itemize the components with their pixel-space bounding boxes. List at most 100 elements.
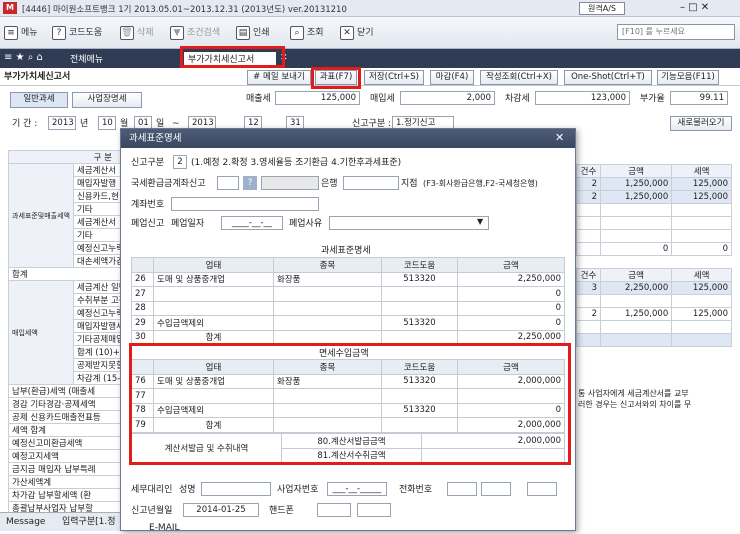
print-button[interactable]: ▤ 인쇄 xyxy=(236,24,270,42)
closure-reason-select[interactable] xyxy=(329,216,489,230)
col-code-header: 코드도움 xyxy=(381,257,458,273)
close-button[interactable]: ✕ 닫기 xyxy=(340,24,374,42)
dialog-close-icon[interactable]: ✕ xyxy=(555,132,564,144)
highlight-tab xyxy=(180,46,285,68)
purchase-tax-label: 매입세 xyxy=(370,94,395,104)
agent-phone-3[interactable] xyxy=(527,482,557,496)
oneshot-button[interactable]: One-Shot(Ctrl+T) xyxy=(564,70,652,85)
delete-label: 삭제 xyxy=(137,28,154,38)
cell: 2 xyxy=(576,190,601,204)
agent-name-input[interactable] xyxy=(201,482,271,496)
reload-button[interactable]: 새로불러오기 xyxy=(670,116,732,131)
search-input[interactable]: [F10] 를 누르세요 xyxy=(617,24,735,40)
col-tax-header: 세액 xyxy=(671,164,732,178)
agent-bizno-label: 사업자번호 xyxy=(277,485,319,495)
vat-ratio-label: 부가율 xyxy=(640,94,665,104)
window-title: [4446] 마이원소프트뱅크 1기 2013.05.01~2013.12.31… xyxy=(22,5,347,15)
row-amount: 0 xyxy=(457,286,565,302)
search-icon: ⌕ xyxy=(290,25,304,40)
email-label: E-MAIL xyxy=(149,523,180,533)
table-row[interactable]: 27 0 xyxy=(131,286,565,302)
tax-agent-label: 세무대리인 xyxy=(131,485,173,495)
query-button[interactable]: ⌕ 조회 xyxy=(290,24,324,42)
remote-as-button[interactable]: 원격A/S xyxy=(579,2,625,15)
closure-date-label: 폐업일자 xyxy=(171,219,205,229)
send-mail-button[interactable]: # 메일 보내기 xyxy=(247,70,311,85)
deadline-button[interactable]: 마감(F4) xyxy=(430,70,474,85)
row-type: 도매 및 상품중개업 xyxy=(153,271,274,287)
cell: 3 xyxy=(576,281,601,295)
closure-report-label: 폐업신고 xyxy=(131,219,165,229)
col-amount-header: 금액 xyxy=(457,257,565,273)
filter-icon: ▼ xyxy=(170,25,184,40)
cell: 0 xyxy=(671,242,732,256)
tab-general-tax[interactable]: 일반과세 xyxy=(10,92,68,108)
account-number-input[interactable] xyxy=(171,197,319,211)
agent-phone-2[interactable] xyxy=(481,482,511,496)
tab-business-detail[interactable]: 사업장명세 xyxy=(72,92,142,108)
help-icon: ? xyxy=(52,25,66,40)
functions-button[interactable]: 기능모음(F11) xyxy=(657,70,719,85)
row-code: 513320 xyxy=(381,271,458,287)
window-controls[interactable]: – □ ✕ xyxy=(680,3,709,13)
help-icon[interactable]: ? xyxy=(243,176,257,190)
tab-row: ≡ ★ ⌕ ⌂ 전체메뉴 부가가치세신고서 ✕ xyxy=(0,49,740,68)
print-label: 인쇄 xyxy=(253,28,270,38)
left-side-label: 매입세액 xyxy=(8,280,74,385)
code-help-button[interactable]: ? 코드도움 xyxy=(52,24,102,42)
highlight-vat-button xyxy=(311,67,361,89)
row-type xyxy=(153,300,274,316)
agent-bizno-input[interactable]: ___-__-_____ xyxy=(327,482,387,496)
start-year-input[interactable]: 2013 xyxy=(48,116,76,130)
nav-icons[interactable]: ≡ ★ ⌕ ⌂ xyxy=(4,52,43,63)
row-code: 513320 xyxy=(381,315,458,331)
row-no: 26 xyxy=(131,271,154,287)
left-side-label: 과세표준및매출세액 xyxy=(8,163,74,268)
agent-phone-label: 전화번호 xyxy=(399,485,433,495)
row-no: 28 xyxy=(131,300,154,316)
write-query-button[interactable]: 작성조회(Ctrl+X) xyxy=(480,70,558,85)
tax-base-dialog: 과세표준명세 ✕ 신고구분 2 (1.예정 2.확정 3.영세율등 조기환급 4… xyxy=(120,128,576,533)
row-item xyxy=(273,315,382,331)
col-type-header: 업태 xyxy=(153,257,274,273)
refund-account-label: 국세환급금계좌신고 xyxy=(131,179,206,189)
action-bar: 부가가치세신고서 # 메일 보내기 과표(F7) 저장(Ctrl+S) 마감(F… xyxy=(0,68,740,86)
mobile-1[interactable] xyxy=(317,503,351,517)
tab-all-menu[interactable]: 전체메뉴 xyxy=(66,52,107,68)
refund-account-code[interactable] xyxy=(217,176,239,190)
mobile-2[interactable] xyxy=(357,503,391,517)
cell: 125,000 xyxy=(671,307,732,321)
bank-name-field xyxy=(261,176,319,190)
report-kind-label: 신고구분 xyxy=(131,158,165,168)
menu-button[interactable]: ≡ 메뉴 xyxy=(4,24,38,42)
table-row[interactable]: 29 수입금액제외 513320 0 xyxy=(131,315,565,331)
start-month-input[interactable]: 10 xyxy=(98,116,116,130)
row-amount: 0 xyxy=(457,300,565,316)
row-amount: 0 xyxy=(457,315,565,331)
year-unit: 년 xyxy=(80,119,89,129)
row-code xyxy=(381,286,458,302)
account-number-label: 계좌번호 xyxy=(131,200,165,210)
table-row[interactable]: 26 도매 및 상품중개업 화장품 513320 2,250,000 xyxy=(131,271,565,287)
trash-icon: 🗑 xyxy=(120,25,134,40)
report-kind-input[interactable]: 2 xyxy=(173,155,187,169)
cell: 125,000 xyxy=(671,177,732,191)
report-date-input[interactable]: 2014-01-25 xyxy=(183,503,259,517)
delete-button[interactable]: 🗑 삭제 xyxy=(120,24,154,42)
bank-label: 은행 xyxy=(321,179,338,189)
closure-date-input[interactable]: ____-__-__ xyxy=(221,216,283,230)
message-tab[interactable]: Message xyxy=(6,516,45,528)
col-item-header: 종목 xyxy=(273,257,382,273)
condition-search-button[interactable]: ▼ 조건검색 xyxy=(170,24,220,42)
branch-hint: (F3-회사환급은행,F2-국세청은행) xyxy=(423,179,538,188)
branch-input[interactable] xyxy=(343,176,399,190)
save-button[interactable]: 저장(Ctrl+S) xyxy=(364,70,424,85)
table-row[interactable]: 28 0 xyxy=(131,300,565,316)
close-icon: ✕ xyxy=(340,25,354,40)
agent-phone-1[interactable] xyxy=(447,482,477,496)
period-label: 기 간 : xyxy=(12,119,38,129)
chevron-down-icon[interactable]: ▼ xyxy=(477,217,483,226)
col-count-header: 건수 xyxy=(576,268,601,282)
agent-name-label: 성명 xyxy=(179,485,196,495)
printer-icon: ▤ xyxy=(236,25,250,40)
